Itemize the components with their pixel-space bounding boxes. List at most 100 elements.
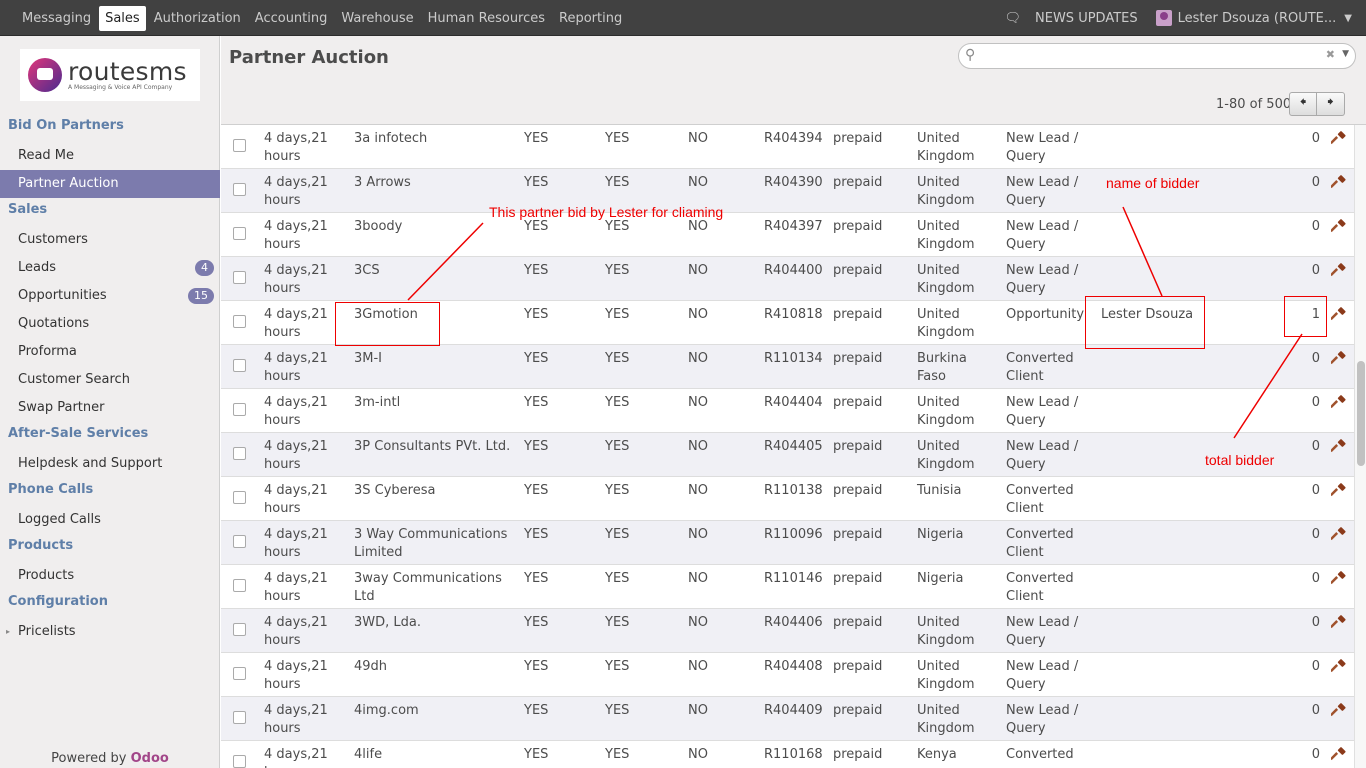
clear-search-icon[interactable]: ✖ [1326,48,1335,61]
sidebar-section-title: Phone Calls [8,482,94,497]
top-menu-warehouse[interactable]: Warehouse [335,6,419,31]
sidebar-item-helpdesk-and-support[interactable]: Helpdesk and Support [0,450,220,478]
table-row[interactable]: 4 days,21 hours 3S Cyberesa YES YES NO R11013… [221,477,1354,521]
row-checkbox[interactable] [233,447,246,460]
sidebar-item-customers[interactable]: Customers [0,226,220,254]
cell-country: United Kingdom [917,263,975,296]
sidebar-item-label: Pricelists [18,624,76,639]
table-row[interactable]: 4 days,21 hours 3 Way Communications Limi… [221,521,1354,565]
gavel-bid-icon[interactable] [1331,351,1347,367]
gavel-bid-icon[interactable] [1331,483,1347,499]
cell-name: 3 Arrows [354,175,411,190]
gavel-bid-icon[interactable] [1331,307,1347,323]
search-input[interactable] [983,46,1303,66]
gavel-bid-icon[interactable] [1331,615,1347,631]
sidebar-item-swap-partner[interactable]: Swap Partner [0,394,220,422]
cell-ref: R110168 [764,747,823,762]
top-menu-sales[interactable]: Sales [99,5,146,31]
gavel-bid-icon[interactable] [1331,263,1347,279]
cell-ref: R110134 [764,351,823,366]
gavel-bid-icon[interactable] [1331,395,1347,411]
row-checkbox[interactable] [233,579,246,592]
sidebar: routesms A Messaging & Voice API Company… [0,36,220,768]
cell-count: 0 [1311,131,1320,146]
table-row[interactable]: 4 days,21 hours 3a infotech YES YES NO R40439… [221,125,1354,169]
cell-c3: NO [688,483,708,498]
table-row[interactable]: 4 days,21 hours 4img.com YES YES NO R404409 pr… [221,697,1354,741]
row-checkbox[interactable] [233,755,246,768]
table-row[interactable]: 4 days,21 hours 3way Communications Ltd YE… [221,565,1354,609]
search-box[interactable]: ⚲ ✖ ▼ [958,43,1356,69]
row-checkbox[interactable] [233,623,246,636]
gavel-bid-icon[interactable] [1331,659,1347,675]
pager-next-button[interactable]: 🠺 [1317,92,1345,116]
gavel-bid-icon[interactable] [1331,439,1347,455]
gavel-bid-icon[interactable] [1331,527,1347,543]
top-menu-messaging[interactable]: Messaging [16,6,97,31]
company-logo[interactable]: routesms A Messaging & Voice API Company [20,49,200,101]
row-checkbox[interactable] [233,183,246,196]
cell-c2: YES [605,131,630,146]
cell-count: 0 [1311,175,1320,190]
cell-country: United Kingdom [917,659,975,692]
gavel-bid-icon[interactable] [1331,703,1347,719]
top-menu-human-resources[interactable]: Human Resources [422,6,551,31]
expand-icon[interactable]: ▸ [6,618,10,646]
top-menu-reporting[interactable]: Reporting [553,6,628,31]
search-options-icon[interactable]: ▼ [1342,49,1349,59]
row-checkbox[interactable] [233,227,246,240]
top-menu-authorization[interactable]: Authorization [148,6,247,31]
table-row[interactable]: 4 days,21 hours 3CS YES YES NO R404400 prepaid… [221,257,1354,301]
pager-value[interactable]: 1-80 of 500 [1216,97,1291,112]
sidebar-item-logged-calls[interactable]: Logged Calls [0,506,220,534]
row-checkbox[interactable] [233,535,246,548]
sidebar-item-products[interactable]: Products [0,562,220,590]
cell-c2: YES [605,747,630,762]
sidebar-item-quotations[interactable]: Quotations [0,310,220,338]
table-row[interactable]: 4 days,21 hours 49dh YES YES NO R404408 prepai… [221,653,1354,697]
scrollbar-thumb[interactable] [1357,361,1365,466]
sidebar-item-proforma[interactable]: Proforma [0,338,220,366]
table-row[interactable]: 4 days,21 hours 3WD, Lda. YES YES NO R404406 p… [221,609,1354,653]
row-checkbox[interactable] [233,359,246,372]
sidebar-item-pricelists[interactable]: ▸ Pricelists [0,618,220,646]
sidebar-item-leads[interactable]: Leads 4 [0,254,220,282]
gavel-bid-icon[interactable] [1331,219,1347,235]
table-row[interactable]: 4 days,21 hours 3boody YES YES NO R404397 prep… [221,213,1354,257]
chevron-down-icon[interactable]: ▼ [1344,13,1352,24]
cell-time: 4 days,21 hours [264,703,328,736]
row-checkbox[interactable] [233,403,246,416]
row-checkbox[interactable] [233,667,246,680]
table-row[interactable]: 4 days,21 hours 3M-I YES YES NO R110134 prepai… [221,345,1354,389]
table-row[interactable]: 4 days,21 hours 4life YES YES NO R110168 prepa… [221,741,1354,768]
sidebar-item-partner-auction[interactable]: Partner Auction [0,170,220,198]
cell-type: prepaid [833,615,883,630]
cell-type: prepaid [833,175,883,190]
row-checkbox[interactable] [233,491,246,504]
user-menu[interactable]: Lester Dsouza (ROUTE... [1178,11,1337,26]
cell-ref: R404397 [764,219,823,234]
top-menu-accounting[interactable]: Accounting [249,6,334,31]
odoo-link[interactable]: Odoo [131,751,169,766]
cell-stage: Converted Client [1006,571,1074,604]
gavel-bid-icon[interactable] [1331,747,1347,763]
cell-count: 0 [1311,659,1320,674]
row-checkbox[interactable] [233,711,246,724]
table-row[interactable]: 4 days,21 hours 3m-intl YES YES NO R404404 pre… [221,389,1354,433]
news-updates-link[interactable]: NEWS UPDATES [1035,11,1138,26]
pager-previous-button[interactable]: 🠸 [1289,92,1317,116]
chat-icon[interactable]: 🗨 [1005,11,1022,26]
gavel-bid-icon[interactable] [1331,175,1347,191]
sidebar-item-customer-search[interactable]: Customer Search [0,366,220,394]
table-row[interactable]: 4 days,21 hours 3P Consultants PVt. Ltd. Y… [221,433,1354,477]
gavel-bid-icon[interactable] [1331,571,1347,587]
gavel-bid-icon[interactable] [1331,131,1347,147]
row-checkbox[interactable] [233,315,246,328]
user-avatar[interactable] [1155,10,1172,26]
cell-name: 3S Cyberesa [354,483,436,498]
scrollbar[interactable] [1354,125,1366,768]
row-checkbox[interactable] [233,139,246,152]
row-checkbox[interactable] [233,271,246,284]
sidebar-item-read-me[interactable]: Read Me [0,142,220,170]
sidebar-item-opportunities[interactable]: Opportunities 15 [0,282,220,310]
